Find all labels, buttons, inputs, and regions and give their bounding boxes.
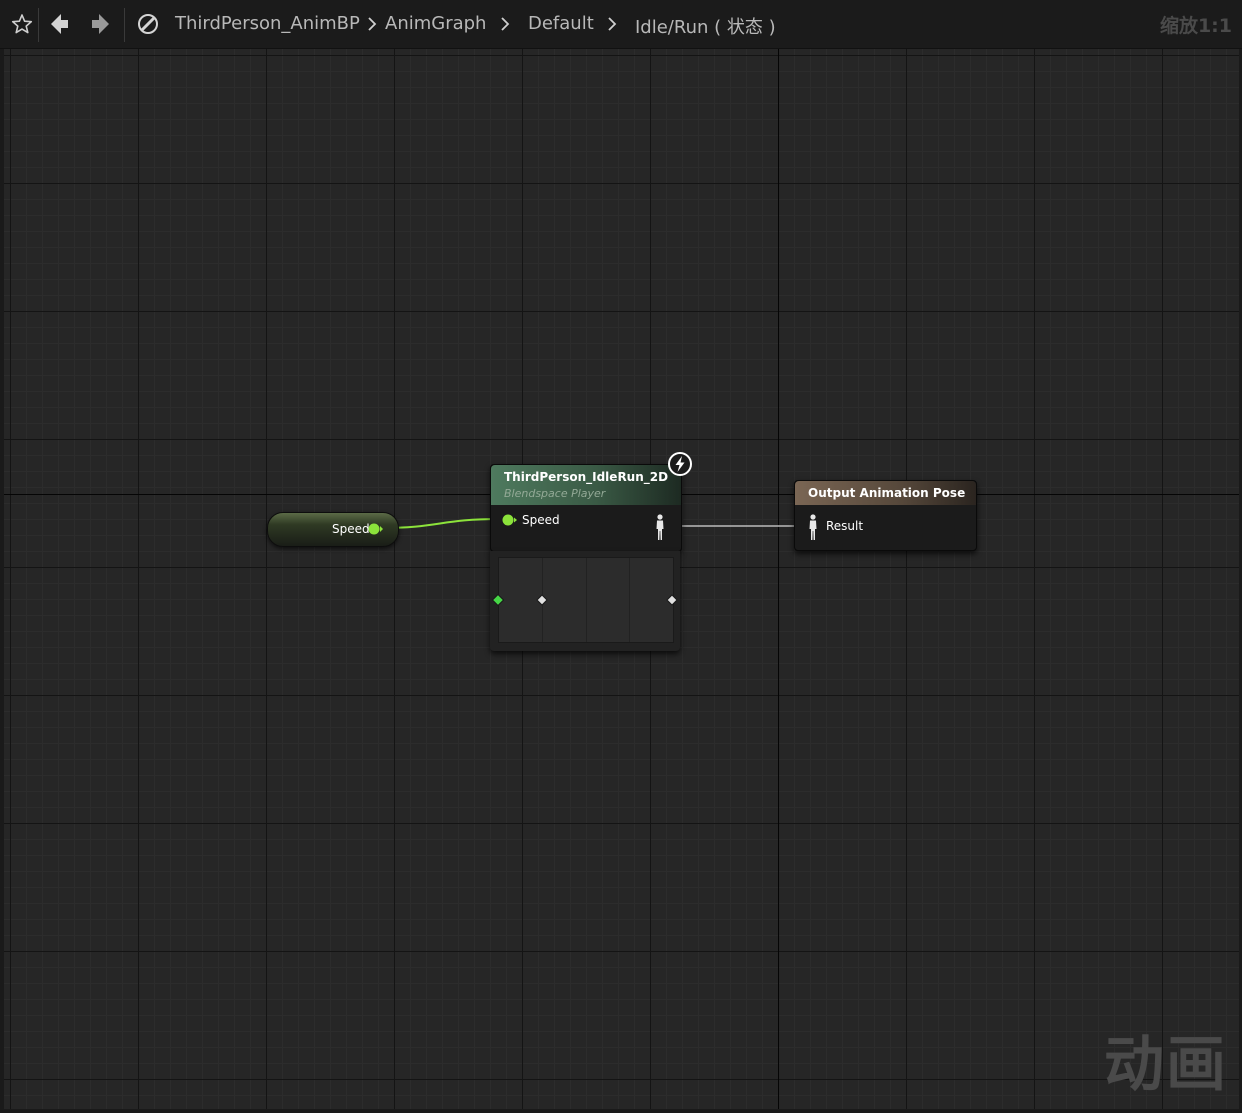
float-input-pin-icon[interactable] (501, 513, 519, 527)
blendspace-node-subtitle: Blendspace Player (504, 487, 606, 500)
output-animation-pose-node[interactable]: Output Animation Pose Result (794, 480, 977, 551)
blendspace-node-title: ThirdPerson_IdleRun_2D (504, 470, 669, 484)
lightning-icon (668, 452, 692, 476)
preview-gridline (586, 558, 587, 642)
preview-gridline (629, 558, 630, 642)
pose-output-pin-icon[interactable] (654, 514, 666, 541)
speed-variable-label: Speed (332, 522, 370, 536)
result-input-pin-label: Result (826, 519, 864, 533)
pose-input-pin-icon[interactable] (807, 514, 819, 541)
output-node-header: Output Animation Pose (795, 481, 976, 505)
current-sample-marker-icon (492, 594, 504, 606)
speed-variable-node[interactable]: Speed (267, 512, 399, 547)
sample-point-marker-icon (666, 594, 678, 606)
blendspace-preview (490, 551, 680, 651)
graph-type-watermark: 动画 (1104, 1030, 1228, 1100)
blendspace-node-header: ThirdPerson_IdleRun_2D Blendspace Player (491, 465, 681, 505)
float-output-pin-icon[interactable] (368, 522, 384, 536)
blendspace-player-node[interactable]: ThirdPerson_IdleRun_2D Blendspace Player… (490, 464, 682, 552)
sample-point-marker-icon (536, 594, 548, 606)
speed-input-pin-label: Speed (522, 513, 560, 527)
blendspace-preview-graph (498, 557, 674, 643)
output-node-title: Output Animation Pose (808, 486, 966, 500)
